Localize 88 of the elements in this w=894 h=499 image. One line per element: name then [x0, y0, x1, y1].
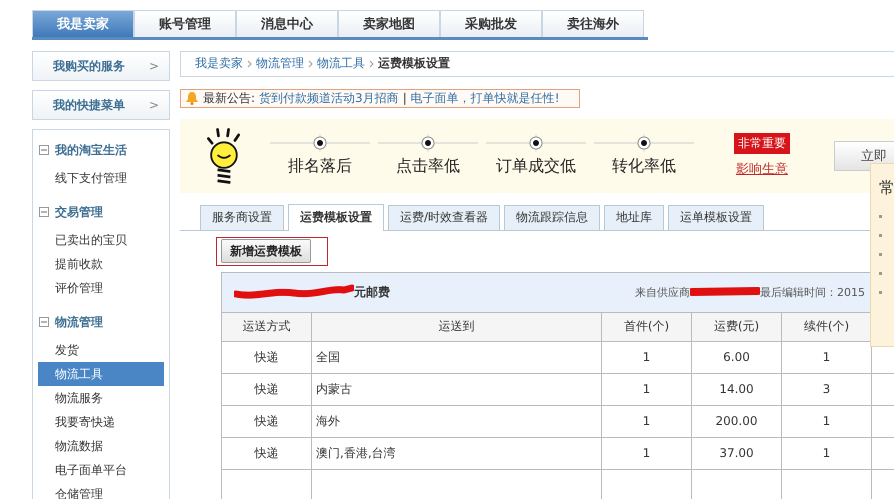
notice-link[interactable]: 货到付款频道活动3月招商 [259, 90, 399, 107]
table-cell: 1 [602, 437, 692, 470]
notice-label: 最新公告: [203, 90, 256, 107]
table-cell: 1 [782, 437, 872, 470]
step-label: 转化率低 [612, 156, 676, 178]
group-title[interactable]: 交易管理 [55, 204, 103, 220]
bullet-icon [879, 253, 882, 256]
sidebar-item[interactable]: 物流数据 [38, 434, 164, 458]
group-title[interactable]: 物流管理 [55, 314, 103, 330]
breadcrumb-current: 运费模板设置 [378, 55, 450, 72]
bullet-icon [879, 215, 882, 218]
tab[interactable]: 运费/时效查看器 [388, 204, 500, 230]
step-label: 点击率低 [396, 156, 460, 178]
shortcut-item[interactable]: 我购买的服务 > [32, 51, 170, 81]
chevron-icon [308, 60, 313, 68]
table-cell: 快递 [222, 437, 312, 470]
nav-tab[interactable]: 消息中心 [236, 10, 338, 37]
collapse-icon[interactable] [39, 145, 49, 155]
action-button[interactable]: 立即 [834, 140, 894, 171]
shortcut-item[interactable]: 我的快捷菜单 > [32, 90, 170, 120]
table-cell: 快递 [222, 373, 312, 406]
separator-text: | [402, 91, 407, 106]
nav-tab[interactable]: 采购批发 [440, 10, 542, 37]
arrow-text: > [148, 59, 159, 73]
sidebar-item[interactable]: 评价管理 [38, 276, 164, 300]
nav-tab[interactable]: 账号管理 [134, 10, 236, 37]
column-header: 续件(个) [782, 312, 872, 342]
bullet-icon [879, 234, 882, 237]
group-title[interactable]: 我的淘宝生活 [55, 142, 127, 158]
tab[interactable]: 运单模板设置 [668, 204, 764, 230]
nav-tab[interactable]: 卖家地图 [338, 10, 440, 37]
table-cell: 3 [782, 373, 872, 406]
chevron-icon [247, 60, 252, 68]
table-cell: 澳门,香港,台湾 [312, 437, 602, 470]
breadcrumb-link[interactable]: 物流工具 [317, 55, 365, 72]
notice-link[interactable]: 电子面单，打单快就是任性! [410, 90, 560, 107]
sidebar-item[interactable]: 线下支付管理 [38, 166, 164, 190]
milestone-icon [270, 134, 370, 152]
bullet-icon [879, 272, 882, 275]
collapse-icon[interactable] [39, 207, 49, 217]
importance-badge: 非常重要 [734, 133, 790, 154]
milestone-icon [486, 134, 586, 152]
table-cell: 1 [602, 405, 692, 438]
table-cell: 海外 [312, 405, 602, 438]
column-header: 首件(个) [602, 312, 692, 342]
popup-title: 常 [879, 178, 894, 199]
bell-icon [185, 91, 199, 106]
column-header: 运费(元) [692, 312, 782, 342]
step-label: 排名落后 [288, 156, 352, 178]
template-title: 元邮费 [354, 284, 390, 301]
table-cell: 全国 [312, 341, 602, 374]
step-label: 订单成交低 [496, 156, 576, 178]
table-cell: 快递 [222, 341, 312, 374]
table-cell: 37.00 [692, 437, 782, 470]
column-header: 运送方式 [222, 312, 312, 342]
column-header: 运送到 [312, 312, 602, 342]
impact-link[interactable]: 影响生意 [736, 160, 788, 178]
sidebar-item[interactable]: 发货 [38, 338, 164, 362]
arrow-text: > [148, 98, 159, 112]
table-cell: 1 [602, 341, 692, 374]
sidebar-item[interactable]: 物流工具 [38, 362, 164, 386]
milestone-icon [594, 134, 694, 152]
table-cell: 200.00 [692, 405, 782, 438]
table-cell: 1 [782, 405, 872, 438]
sidebar-item[interactable]: 提前收款 [38, 252, 164, 276]
collapse-icon[interactable] [39, 317, 49, 327]
sidebar-item[interactable]: 我要寄快递 [38, 410, 164, 434]
table-cell: 6.00 [692, 341, 782, 374]
tab[interactable]: 物流跟踪信息 [504, 204, 600, 230]
edit-time: 最后编辑时间：2015 [760, 284, 865, 300]
tab[interactable]: 地址库 [604, 204, 664, 230]
tab[interactable]: 服务商设置 [200, 204, 284, 230]
nav-tab[interactable]: 卖往海外 [542, 10, 644, 37]
add-template-button[interactable]: 新增运费模板 [221, 239, 311, 264]
sidebar-item[interactable]: 已卖出的宝贝 [38, 228, 164, 252]
supplier-label: 来自供应商 [635, 284, 690, 300]
breadcrumb-link[interactable]: 我是卖家 [195, 55, 243, 72]
table-cell: 1 [602, 373, 692, 406]
milestone-icon [378, 134, 478, 152]
table-cell: 内蒙古 [312, 373, 602, 406]
chevron-icon [369, 60, 374, 68]
table-cell: 14.00 [692, 373, 782, 406]
bullet-icon [879, 291, 882, 294]
tab[interactable]: 运费模板设置 [288, 204, 384, 231]
table-cell: 快递 [222, 405, 312, 438]
sidebar-item[interactable]: 电子面单平台 [38, 458, 164, 482]
sidebar-item[interactable]: 物流服务 [38, 386, 164, 410]
breadcrumb-link[interactable]: 物流管理 [256, 55, 304, 72]
